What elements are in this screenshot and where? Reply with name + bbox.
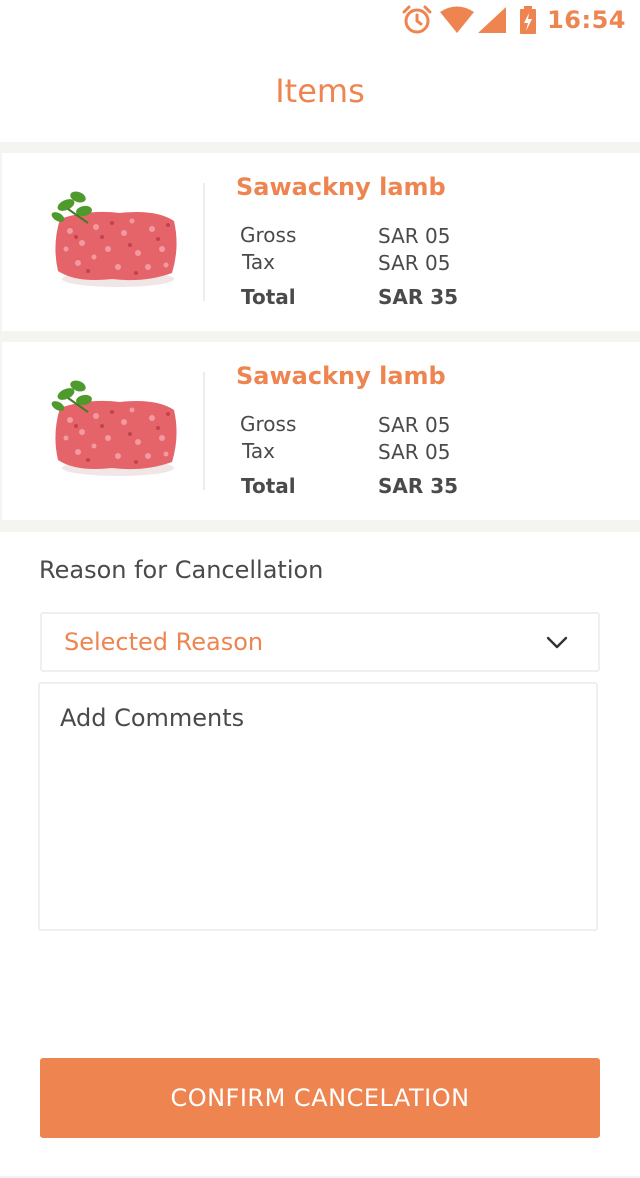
- total-value: SAR 35: [378, 285, 459, 309]
- tax-value: SAR 05: [378, 440, 451, 464]
- confirm-button-label: CONFIRM CANCELATION: [170, 1084, 470, 1112]
- item-card[interactable]: Sawackny lamb Gross SAR 05 Tax SAR 05 To…: [2, 153, 640, 331]
- comments-textarea[interactable]: Add Comments: [38, 682, 598, 931]
- confirm-cancelation-button[interactable]: CONFIRM CANCELATION: [40, 1058, 600, 1138]
- gross-label: Gross: [240, 412, 297, 436]
- tax-label: Tax: [242, 250, 275, 274]
- divider: [203, 183, 205, 301]
- item-name: Sawackny lamb: [236, 362, 446, 390]
- selected-reason: Selected Reason: [64, 628, 264, 656]
- total-label: Total: [241, 474, 296, 498]
- chevron-down-icon: [546, 636, 568, 649]
- divider: [203, 372, 205, 490]
- status-icons: 16:54: [401, 4, 626, 36]
- gross-label: Gross: [240, 223, 297, 247]
- alarm-icon: [402, 5, 432, 34]
- status-bar: 16:54: [0, 0, 640, 40]
- total-label: Total: [241, 285, 296, 309]
- reason-select[interactable]: Selected Reason: [40, 612, 600, 672]
- total-value: SAR 35: [378, 474, 459, 498]
- tax-value: SAR 05: [378, 251, 451, 275]
- minced-lamb-image: [51, 380, 177, 476]
- gross-value: SAR 05: [378, 413, 451, 437]
- status-clock: 16:54: [547, 6, 626, 34]
- tax-label: Tax: [242, 439, 275, 463]
- page-title: Items: [275, 72, 365, 110]
- reason-label: Reason for Cancellation: [39, 556, 324, 584]
- wifi-icon: [440, 6, 475, 33]
- minced-lamb-image: [51, 191, 177, 287]
- comments-placeholder: Add Comments: [60, 704, 245, 732]
- item-card[interactable]: Sawackny lamb Gross SAR 05 Tax SAR 05 To…: [2, 342, 640, 520]
- gross-value: SAR 05: [378, 224, 451, 248]
- item-name: Sawackny lamb: [236, 173, 446, 201]
- battery-charging-icon: [520, 6, 537, 34]
- signal-icon: [478, 7, 507, 33]
